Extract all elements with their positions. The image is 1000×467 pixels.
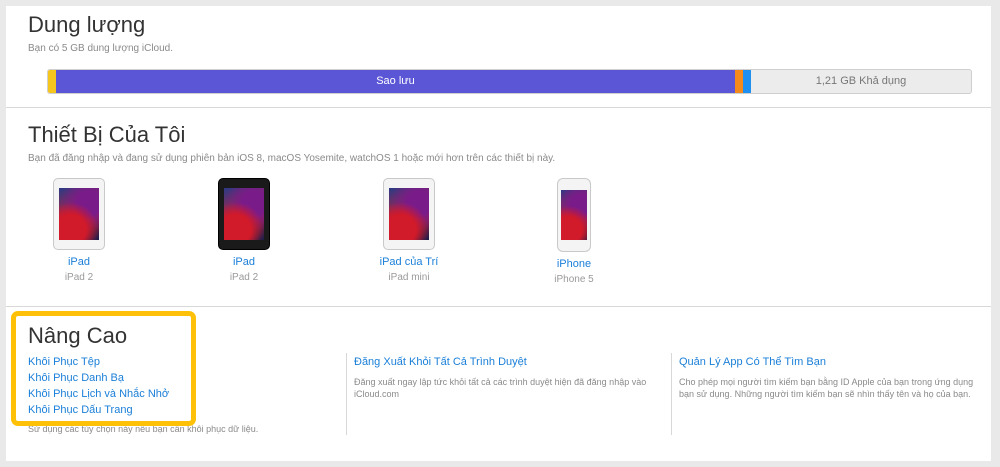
- storage-subtitle: Bạn có 5 GB dung lượng iCloud.: [28, 43, 174, 54]
- device-model: iPad 2: [229, 272, 259, 283]
- storage-seg-orange: [735, 70, 743, 93]
- device-name: iPad: [232, 256, 256, 268]
- ipad-mini-icon: [383, 178, 435, 250]
- device-model: iPhone 5: [554, 274, 594, 285]
- sign-out-browsers-desc: Đăng xuất ngay lập tức khỏi tất cả các t…: [354, 377, 647, 399]
- devices-subtitle: Bạn đã đăng nhập và đang sử dụng phiên b…: [28, 153, 556, 164]
- device-ipad-2[interactable]: iPad iPad 2: [189, 178, 299, 283]
- device-ipad-mini[interactable]: iPad của Trí iPad mini: [354, 178, 464, 283]
- manage-apps-desc: Cho phép mọi người tìm kiếm bạn bằng ID …: [679, 377, 974, 399]
- storage-backup-label: Sao lưu: [376, 75, 415, 87]
- storage-seg-other: [48, 70, 56, 93]
- device-model: iPad 2: [64, 272, 94, 283]
- storage-title: Dung lượng: [28, 12, 146, 37]
- device-name: iPhone: [556, 258, 592, 270]
- column-divider: [346, 353, 347, 435]
- ipad-icon: [218, 178, 270, 250]
- devices-title: Thiết Bị Của Tôi: [28, 122, 186, 147]
- device-name: iPad của Trí: [379, 256, 439, 268]
- storage-bar: Sao lưu 1,21 GB Khả dụng: [47, 69, 972, 94]
- device-iphone[interactable]: iPhone iPhone 5: [519, 178, 629, 285]
- settings-panel: Dung lượng Bạn có 5 GB dung lượng iCloud…: [6, 6, 991, 461]
- divider: [6, 107, 991, 108]
- divider: [6, 306, 991, 307]
- manage-apps-link[interactable]: Quản Lý App Có Thể Tìm Bạn: [679, 356, 826, 368]
- column-divider: [671, 353, 672, 435]
- storage-seg-blue: [743, 70, 751, 93]
- storage-available-label: 1,21 GB Khả dụng: [815, 75, 907, 87]
- sign-out-browsers-link[interactable]: Đăng Xuất Khỏi Tất Cả Trình Duyệt: [354, 356, 527, 368]
- device-model: iPad mini: [388, 272, 430, 283]
- highlight-box: [11, 311, 196, 426]
- iphone-icon: [557, 178, 591, 252]
- device-ipad-1[interactable]: iPad iPad 2: [24, 178, 134, 283]
- device-name: iPad: [67, 256, 91, 268]
- ipad-icon: [53, 178, 105, 250]
